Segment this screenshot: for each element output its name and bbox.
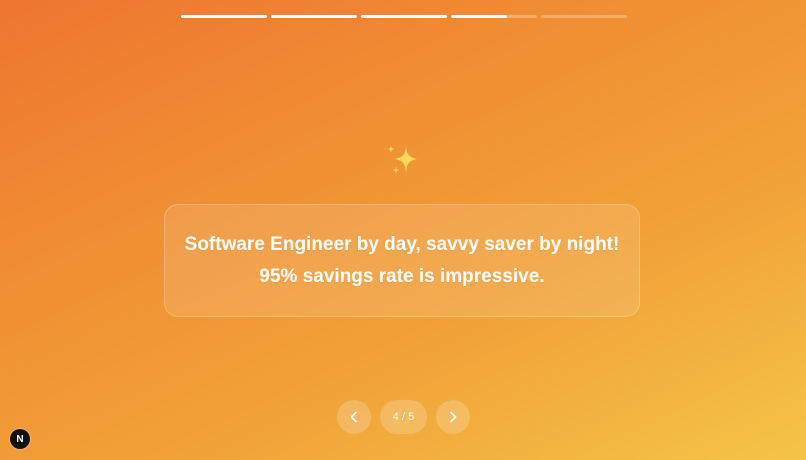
- progress-segment: [541, 15, 627, 18]
- story-text-line-1: Software Engineer by day, savvy saver by…: [184, 233, 620, 255]
- progress-segment: [271, 15, 357, 18]
- story-navigation: 4 / 5: [337, 400, 470, 434]
- page-counter: 4 / 5: [380, 400, 427, 434]
- story-text-line-2: 95% savings rate is impressive.: [259, 265, 545, 287]
- progress-segment-fill: [181, 15, 267, 18]
- chevron-left-icon: [350, 411, 357, 423]
- next-button[interactable]: [436, 400, 470, 434]
- progress-segment: [181, 15, 267, 18]
- chevron-right-icon: [450, 411, 457, 423]
- story-card: Software Engineer by day, savvy saver by…: [164, 204, 640, 317]
- progress-segment: [451, 15, 537, 18]
- story-progress-bar: [181, 15, 627, 18]
- previous-button[interactable]: [337, 400, 371, 434]
- dev-badge-label: N: [16, 433, 24, 445]
- nextjs-dev-badge[interactable]: N: [10, 429, 30, 449]
- progress-segment-fill: [361, 15, 447, 18]
- sparkles-icon: [387, 145, 417, 174]
- progress-segment-fill: [451, 15, 507, 18]
- progress-segment-fill: [271, 15, 357, 18]
- progress-segment: [361, 15, 447, 18]
